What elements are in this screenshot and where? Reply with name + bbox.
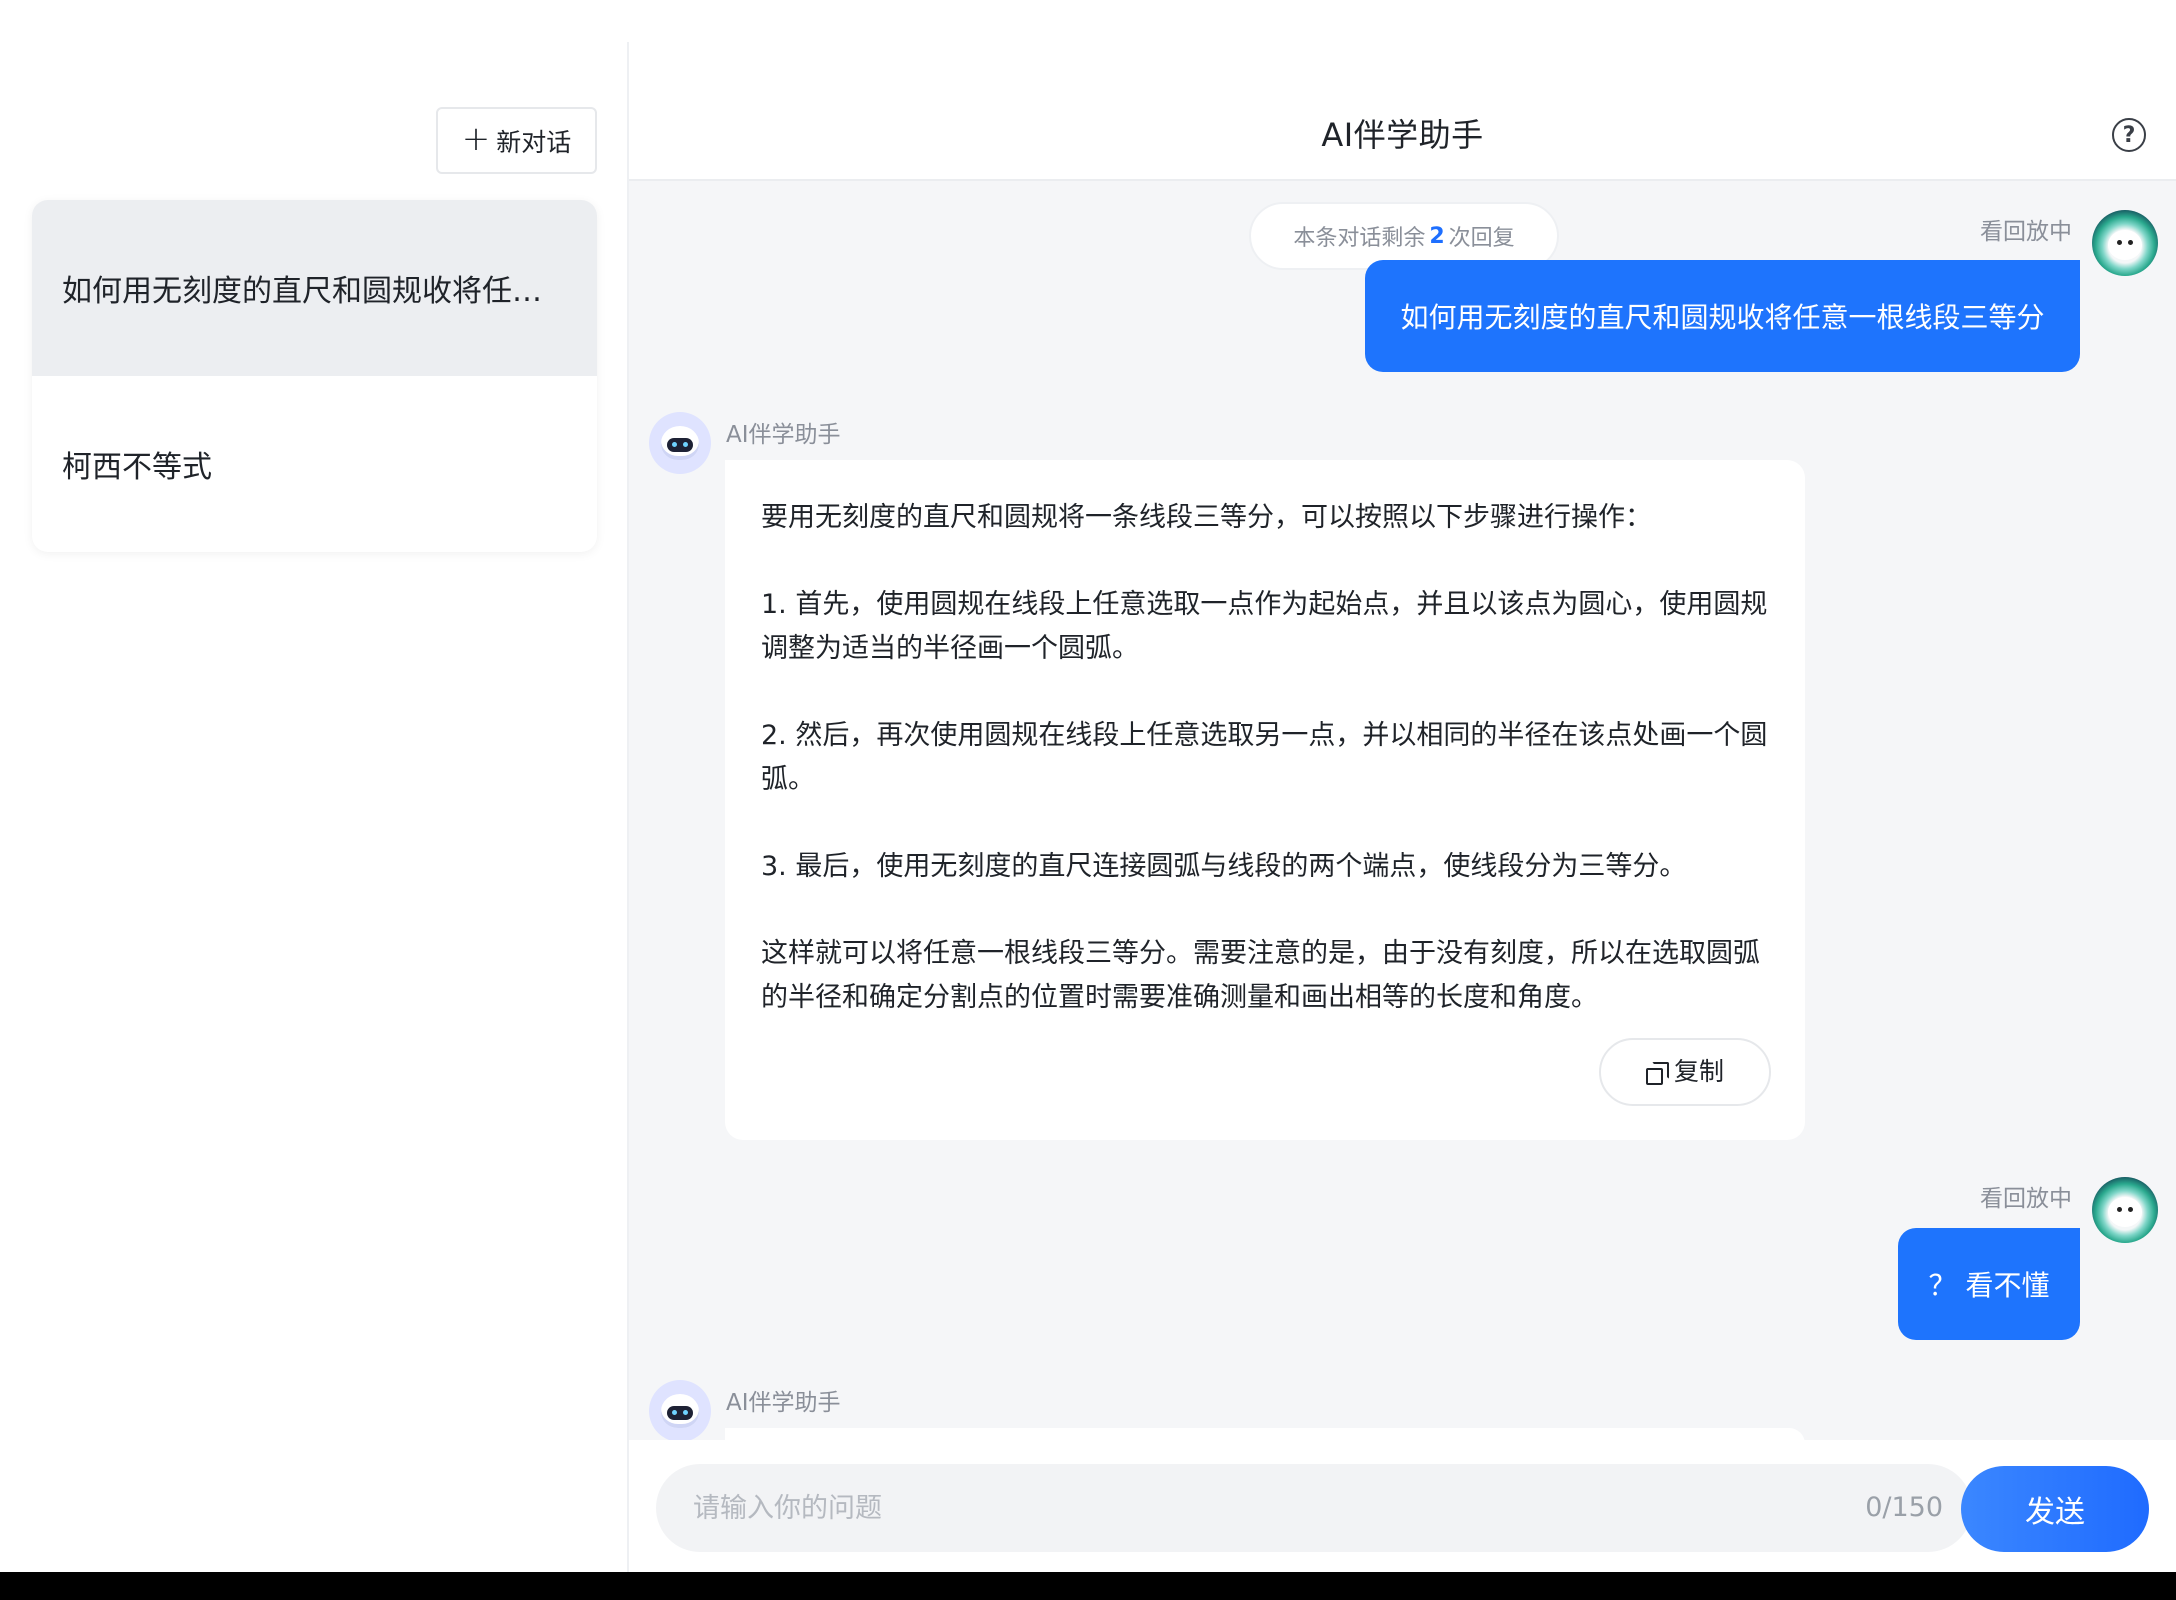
bot-message-paragraph: 这样就可以将任意一根线段三等分。需要注意的是，由于没有刻度，所以在选取圆弧的半径… xyxy=(761,938,1760,1013)
bot-message-paragraph: 2. 然后，再次使用圆规在线段上任意选取另一点，并以相同的半径在该点处画一个圆弧… xyxy=(761,720,1768,795)
conversation-item[interactable]: 柯西不等式 xyxy=(32,376,597,552)
new-chat-button[interactable]: + 新对话 xyxy=(436,107,597,174)
conversation-item-active[interactable]: 如何用无刻度的直尺和圆规收将任意... xyxy=(32,200,597,376)
plus-icon: + xyxy=(461,119,491,159)
new-chat-label: 新对话 xyxy=(496,127,572,157)
conversation-title: 柯西不等式 xyxy=(62,450,212,485)
bottom-bar xyxy=(0,1572,2176,1600)
user-message-text: 如何用无刻度的直尺和圆规收将任意一根线段三等分 xyxy=(1400,301,2045,334)
copy-icon xyxy=(1645,1062,1669,1085)
help-icon[interactable]: ? xyxy=(2112,118,2146,152)
bot-avatar xyxy=(649,412,711,474)
remaining-count: 2 xyxy=(1429,223,1445,249)
remaining-suffix: 次回复 xyxy=(1448,226,1515,251)
bot-avatar xyxy=(649,1380,711,1442)
user-message-text: ？ 看不懂 xyxy=(1928,1269,2050,1302)
user-avatar xyxy=(2092,210,2158,276)
bot-message-bubble: 要用无刻度的直尺和圆规将一条线段三等分，可以按照以下步骤进行操作： 1. 首先，… xyxy=(725,460,1805,1140)
page-title: AI伴学助手 xyxy=(1321,116,1484,154)
conversation-title: 如何用无刻度的直尺和圆规收将任意... xyxy=(62,274,567,309)
input-bar: 0/150 发送 xyxy=(629,1440,2176,1572)
send-button[interactable]: 发送 xyxy=(1961,1466,2149,1552)
sidebar: + 新对话 如何用无刻度的直尺和圆规收将任意... 柯西不等式 xyxy=(0,0,628,1572)
copy-label: 复制 xyxy=(1673,1057,1724,1086)
user-message-bubble: 如何用无刻度的直尺和圆规收将任意一根线段三等分 xyxy=(1365,260,2080,372)
chat-header: AI伴学助手 ? xyxy=(629,0,2176,181)
bot-message-paragraph: 3. 最后，使用无刻度的直尺连接圆弧与线段的两个端点，使线段分为三等分。 xyxy=(761,851,1687,882)
user-name-label: 看回放中 xyxy=(1980,219,2072,245)
user-message-bubble: ？ 看不懂 xyxy=(1898,1228,2080,1340)
chat-panel: AI伴学助手 ? 本条对话剩余 2 次回复 看回放中 如何用无刻度的直尺和圆规收… xyxy=(629,0,2176,1572)
user-avatar xyxy=(2092,1177,2158,1243)
bot-message-paragraph: 1. 首先，使用圆规在线段上任意选取一点作为起始点，并且以该点为圆心，使用圆规调… xyxy=(761,589,1768,664)
copy-button[interactable]: 复制 xyxy=(1599,1038,1771,1106)
char-counter: 0/150 xyxy=(1865,1492,1943,1523)
bot-name-label: AI伴学助手 xyxy=(726,1390,841,1416)
bot-message-paragraph: 要用无刻度的直尺和圆规将一条线段三等分，可以按照以下步骤进行操作： xyxy=(761,502,1652,533)
user-name-label: 看回放中 xyxy=(1980,1186,2072,1212)
question-input[interactable] xyxy=(656,1464,1972,1552)
remaining-prefix: 本条对话剩余 xyxy=(1293,226,1426,251)
bot-name-label: AI伴学助手 xyxy=(726,422,841,448)
conversation-list: 如何用无刻度的直尺和圆规收将任意... 柯西不等式 xyxy=(32,200,597,552)
